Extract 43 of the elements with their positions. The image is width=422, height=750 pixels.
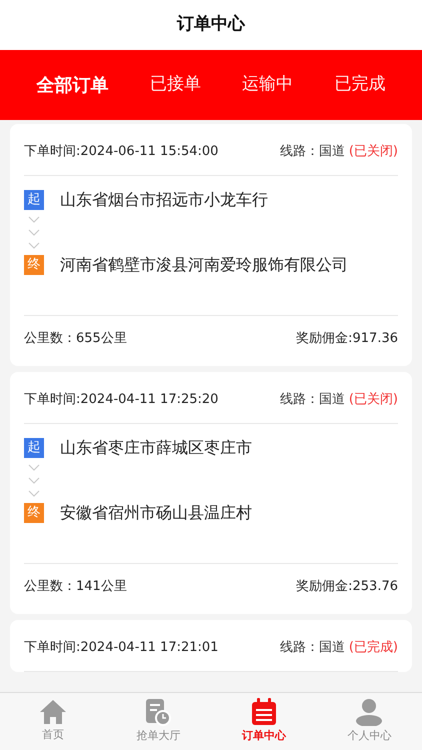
page-title: 订单中心 [177, 13, 245, 36]
start-address: 山东省烟台市招远市小龙车行 [60, 189, 268, 211]
order-time: 下单时间:2024-04-11 17:25:20 [24, 390, 218, 409]
tab[interactable]: 已接单 [142, 68, 209, 102]
chevron-down-icon [28, 229, 40, 236]
home-icon [38, 699, 67, 726]
start-address: 山东省枣庄市薛城区枣庄市 [60, 437, 252, 459]
distance: 公里数：655公里 [24, 330, 127, 348]
chevron-down-icon [28, 490, 40, 497]
end-badge: 终 [24, 503, 44, 523]
order-card[interactable]: 下单时间:2024-04-11 17:25:20 线路：国道 (已关闭) 起 山东省枣庄市薛城区枣庄市 终 安徽省宿州市砀山县温庄村 公里数：141公里 奖励佣金:253.76 [10, 372, 412, 614]
tab[interactable]: 已完成 [326, 68, 394, 102]
order-time: 下单时间:2024-04-11 17:21:01 [24, 638, 218, 657]
nav-item[interactable]: 抢单大厅 [106, 693, 211, 750]
document-clock-icon [145, 698, 172, 726]
order-card[interactable]: 下单时间:2024-06-11 15:54:00 线路：国道 (已关闭) 起 山东省烟台市招远市小龙车行 终 河南省鹤壁市浚县河南爱玲服饰有限公司 公里数：655公里 奖励佣金:917.36 [10, 124, 412, 366]
order-status: (已关闭) [348, 390, 398, 409]
start-badge: 起 [24, 438, 44, 458]
start-badge: 起 [24, 190, 44, 210]
order-status: (已完成) [348, 638, 398, 657]
chevron-down-icon [28, 216, 40, 223]
commission: 奖励佣金:917.36 [296, 330, 398, 348]
nav-item[interactable]: 首页 [0, 693, 106, 750]
distance: 公里数：141公里 [24, 578, 127, 596]
end-badge: 终 [24, 255, 44, 275]
nav-item[interactable]: 个人中心 [316, 693, 422, 750]
route-label: 线路：国道 [280, 390, 345, 409]
chevron-down-icon [28, 464, 40, 471]
order-status: (已关闭) [348, 142, 398, 161]
chevron-down-icon [28, 477, 40, 484]
tab[interactable]: 全部订单 [28, 68, 117, 102]
nav-item[interactable]: 订单中心 [211, 693, 316, 750]
route-label: 线路：国道 [280, 638, 345, 657]
person-icon [355, 698, 384, 726]
route-label: 线路：国道 [280, 142, 345, 161]
chevron-down-icon [28, 242, 40, 249]
calendar-list-icon [250, 698, 277, 726]
end-address: 安徽省宿州市砀山县温庄村 [60, 502, 252, 524]
commission: 奖励佣金:253.76 [296, 578, 398, 596]
tab[interactable]: 运输中 [234, 68, 302, 102]
order-time: 下单时间:2024-06-11 15:54:00 [24, 142, 218, 161]
order-card[interactable]: 下单时间:2024-04-11 17:21:01 线路：国道 (已完成) [10, 620, 412, 672]
end-address: 河南省鹤壁市浚县河南爱玲服饰有限公司 [60, 254, 348, 276]
